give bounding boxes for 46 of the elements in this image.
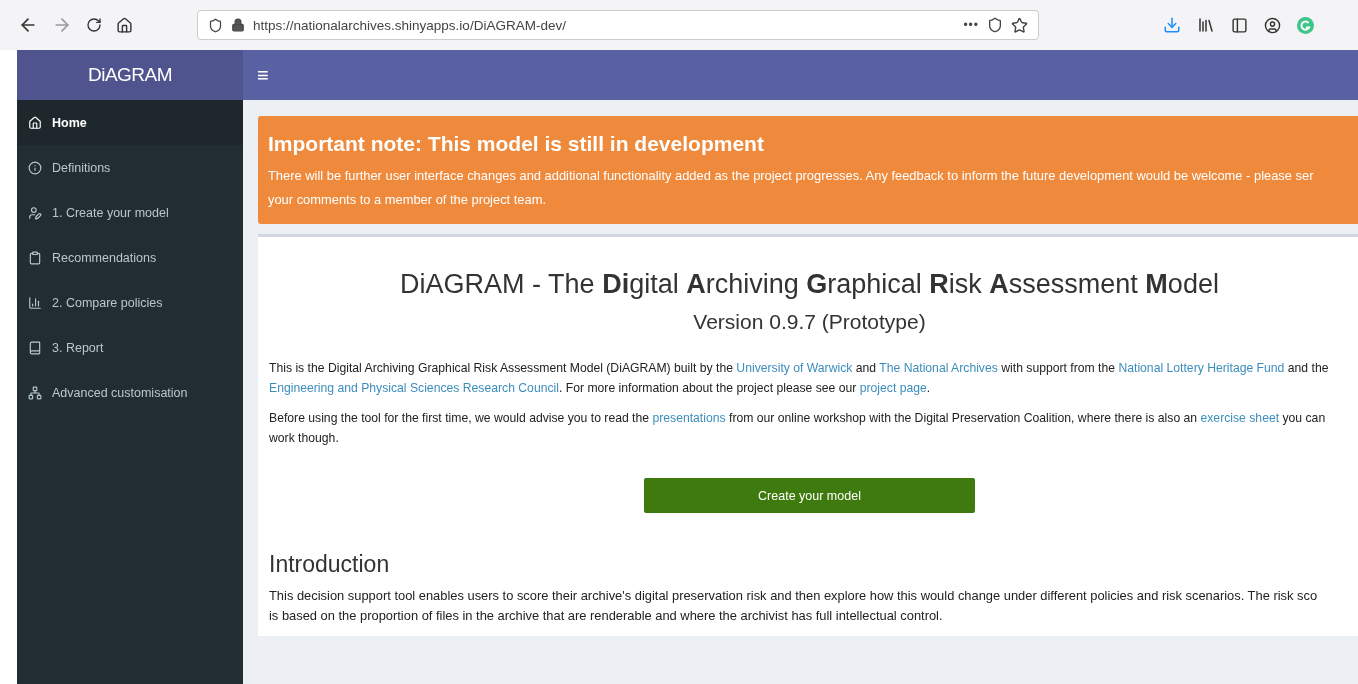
reload-icon[interactable] (86, 17, 102, 33)
page-title: DiAGRAM - The Digital Archiving Graphical Risk Assessment Model (399, 269, 1220, 300)
sidebar-item[interactable]: 2. Compare policies (17, 280, 243, 325)
sidebar-icon[interactable] (1231, 16, 1248, 34)
library-icon[interactable] (1197, 16, 1215, 34)
text-link[interactable]: exercise sheet (1200, 411, 1280, 425)
sidebar-item[interactable]: Recommendations (17, 235, 243, 280)
bookmark-star-icon[interactable] (1011, 16, 1028, 34)
create-model-button[interactable]: Create your model (644, 478, 975, 513)
alert-title: Important note: This model is still in development (268, 132, 765, 156)
sidebar-item[interactable]: 3. Report (17, 325, 243, 370)
text-link[interactable]: National Lottery Heritage Fund (1118, 361, 1285, 375)
text-link[interactable]: University of Warwick (736, 361, 853, 375)
shield-icon (208, 17, 223, 33)
info-icon (28, 160, 42, 175)
bar-chart-icon (28, 295, 42, 310)
sidebar-item[interactable]: Home (17, 100, 243, 145)
app-logo[interactable]: DiAGRAM (17, 50, 243, 100)
paragraph: Before using the tool for the first time, we would advise you to read the presentations from our online workshop with the Digital Preservation Coalition, where there is also an exercise sheet you can work though. (269, 410, 1327, 447)
page-actions-menu[interactable]: ••• (963, 18, 979, 32)
sidebar-item[interactable]: Definitions (17, 145, 243, 190)
network-icon (28, 385, 42, 400)
paragraph: This is the Digital Archiving Graphical Risk Assessment Model (DiAGRAM) built by the University of Warwick and The National Archives with support from the National Lottery Heritage Fund and the Engineering and Physical Sciences Research Council. For more information about the project please see our project page. (269, 360, 1330, 397)
menu-toggle[interactable]: ≡ (257, 63, 269, 87)
alert-text: There will be further user interface changes and additional functionality added as the project progresses. Any feedback to inform the future development would be welcome - please ser (268, 167, 1315, 185)
download-icon[interactable] (1163, 16, 1181, 34)
pocket-icon[interactable] (987, 17, 1003, 33)
text-link[interactable]: presentations (652, 411, 726, 425)
address-bar[interactable]: https://nationalarchives.shinyapps.io/DiAGRAM-dev/ ••• (197, 10, 1039, 40)
clipboard-icon (28, 250, 42, 265)
version-text: Version 0.9.7 (Prototype) (692, 310, 927, 334)
intro-text: This decision support tool enables users to score their archive's digital preservation risk and then explore how this would change under different policies and risk scenarios. The risk sco (269, 587, 1319, 605)
text-link[interactable]: The National Archives (879, 361, 998, 375)
alert-text: your comments to a member of the project team. (268, 191, 547, 209)
user-edit-icon (28, 205, 42, 220)
sidebar-item[interactable]: 1. Create your model (17, 190, 243, 235)
home-icon (28, 115, 42, 130)
lock-icon (231, 18, 245, 32)
account-icon[interactable] (1264, 16, 1281, 34)
book-icon (28, 340, 42, 355)
text-link[interactable]: project page (859, 381, 927, 395)
text-link[interactable]: Engineering and Physical Sciences Research Council (269, 381, 559, 395)
section-heading: Introduction (269, 551, 391, 578)
home-icon[interactable] (116, 16, 133, 34)
sidebar-item[interactable]: Advanced customisation (17, 370, 243, 415)
intro-text: is based on the proportion of files in the archive that are renderable and where the archivist has full intellectual control. (269, 607, 944, 625)
